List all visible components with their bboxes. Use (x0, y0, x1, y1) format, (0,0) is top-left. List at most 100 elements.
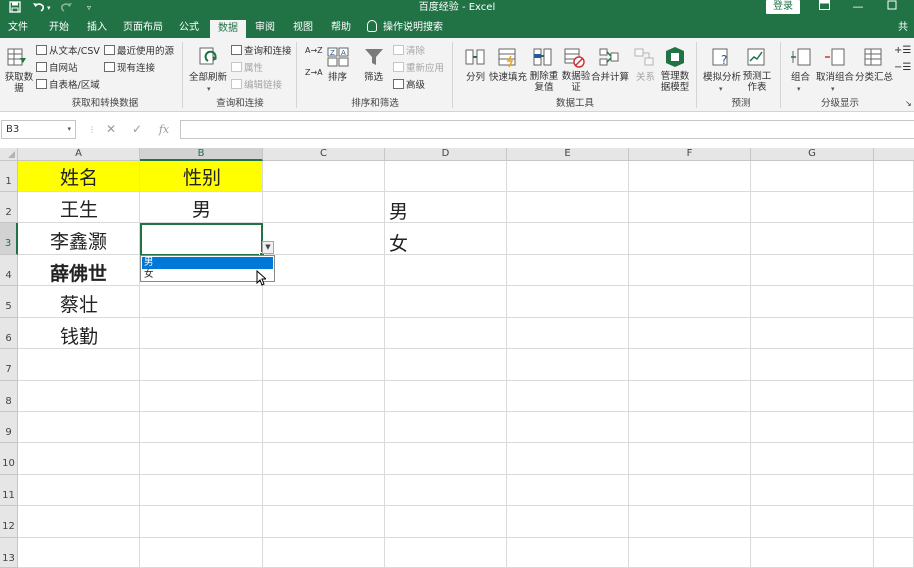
grid-cell-a8[interactable] (18, 381, 140, 412)
cell-a3[interactable]: 李鑫灏 (50, 227, 107, 257)
tab-data[interactable]: 数据 (210, 20, 246, 38)
cell-a1[interactable]: 姓名 (60, 163, 98, 193)
ungroup-icon[interactable] (824, 46, 846, 68)
grid-cell-g12[interactable] (751, 506, 874, 538)
grid-cell-h13[interactable] (874, 538, 914, 568)
grid-cell-h9[interactable] (874, 412, 914, 443)
get-data-icon[interactable] (6, 46, 28, 68)
cell-a2[interactable]: 王生 (60, 195, 98, 225)
grid-cell-b13[interactable] (140, 538, 263, 568)
grid-cell-h1[interactable] (874, 161, 914, 192)
grid-cell-c4[interactable] (263, 255, 385, 286)
from-text-csv-button[interactable]: 从文本/CSV (36, 45, 100, 58)
relationships-button[interactable]: 关系 (636, 72, 655, 84)
group-dropdown[interactable]: ▾ (797, 83, 801, 95)
column-header-g[interactable]: G (751, 148, 874, 161)
grid-cell-b5[interactable] (140, 286, 263, 318)
column-header-b[interactable]: B (140, 148, 263, 161)
grid-cell-e10[interactable] (507, 443, 629, 475)
data-model-icon[interactable] (664, 46, 686, 68)
grid-cell-h12[interactable] (874, 506, 914, 538)
row-header-9[interactable]: 9 (0, 412, 18, 443)
grid-cell-b6[interactable] (140, 318, 263, 349)
validation-dropdown-button[interactable]: ▼ (262, 241, 274, 254)
grid-cell-f11[interactable] (629, 475, 751, 506)
grid-cell-f1[interactable] (629, 161, 751, 192)
grid-cell-e5[interactable] (507, 286, 629, 318)
minimize-icon[interactable]: — (848, 0, 868, 14)
grid-cell-e6[interactable] (507, 318, 629, 349)
grid-cell-f4[interactable] (629, 255, 751, 286)
maximize-icon[interactable] (882, 0, 902, 14)
advanced-filter-button[interactable]: 高级 (393, 79, 425, 92)
grid-cell-h11[interactable] (874, 475, 914, 506)
grid-cell-g3[interactable] (751, 223, 874, 255)
grid-cell-e12[interactable] (507, 506, 629, 538)
grid-cell-b7[interactable] (140, 349, 263, 381)
ribbon-display-options-icon[interactable] (814, 0, 834, 14)
row-header-3[interactable]: 3 (0, 223, 18, 255)
tab-file[interactable]: 文件 (2, 20, 34, 38)
grid-cell-e11[interactable] (507, 475, 629, 506)
grid-cell-f5[interactable] (629, 286, 751, 318)
from-web-button[interactable]: 自网站 (36, 62, 78, 75)
clear-filter-button[interactable]: 清除 (393, 45, 425, 58)
grid-cell-a10[interactable] (18, 443, 140, 475)
row-header-8[interactable]: 8 (0, 381, 18, 412)
grid-cell-b11[interactable] (140, 475, 263, 506)
grid-cell-d4[interactable] (385, 255, 507, 286)
data-validation-icon[interactable] (563, 46, 585, 68)
forecast-sheet-button[interactable]: 预测工作表 (742, 71, 772, 93)
ungroup-button[interactable]: 取消组合 (816, 72, 854, 84)
grid-cell-b10[interactable] (140, 443, 263, 475)
reapply-button[interactable]: 重新应用 (393, 62, 444, 75)
what-if-dropdown[interactable]: ▾ (719, 83, 723, 95)
dialog-launcher-icon[interactable]: ↘ (905, 98, 912, 110)
tell-me-search[interactable]: 操作说明搜索 (367, 20, 443, 36)
column-header-e[interactable]: E (507, 148, 629, 161)
filter-icon[interactable] (363, 46, 385, 68)
cell-d3[interactable]: 女 (389, 229, 408, 259)
grid-cell-d5[interactable] (385, 286, 507, 318)
grid-cell-h8[interactable] (874, 381, 914, 412)
flash-fill-icon[interactable] (497, 46, 519, 68)
row-header-10[interactable]: 10 (0, 443, 18, 475)
grid-cell-b12[interactable] (140, 506, 263, 538)
grid-cell-c7[interactable] (263, 349, 385, 381)
grid-cell-c6[interactable] (263, 318, 385, 349)
grid-cell-g8[interactable] (751, 381, 874, 412)
grid-cell-f10[interactable] (629, 443, 751, 475)
grid-cell-g5[interactable] (751, 286, 874, 318)
grid-cell-f3[interactable] (629, 223, 751, 255)
grid-cell-f6[interactable] (629, 318, 751, 349)
grid-cell-b8[interactable] (140, 381, 263, 412)
grid-cell-d9[interactable] (385, 412, 507, 443)
sort-descending-button[interactable]: Z→A (305, 67, 323, 79)
grid-cell-a11[interactable] (18, 475, 140, 506)
row-header-2[interactable]: 2 (0, 192, 18, 223)
grid-cell-g11[interactable] (751, 475, 874, 506)
grid-cell-c8[interactable] (263, 381, 385, 412)
grid-cell-e4[interactable] (507, 255, 629, 286)
grid-cell-e3[interactable] (507, 223, 629, 255)
grid-cell-a9[interactable] (18, 412, 140, 443)
existing-connections-button[interactable]: 现有连接 (104, 62, 155, 75)
grid-cell-c2[interactable] (263, 192, 385, 223)
grid-cell-e8[interactable] (507, 381, 629, 412)
name-box[interactable]: B3 ▾ (1, 120, 76, 139)
text-to-columns-button[interactable]: 分列 (466, 72, 485, 84)
sort-icon[interactable]: ZA (327, 46, 349, 68)
column-header-f[interactable]: F (629, 148, 751, 161)
forecast-sheet-icon[interactable] (746, 46, 768, 68)
grid-cell-f12[interactable] (629, 506, 751, 538)
dropdown-option-male[interactable]: 男 (142, 257, 273, 269)
grid-cell-g6[interactable] (751, 318, 874, 349)
tab-home[interactable]: 开始 (42, 20, 76, 38)
remove-duplicates-icon[interactable] (532, 46, 554, 68)
grid-cell-c12[interactable] (263, 506, 385, 538)
grid-cell-c5[interactable] (263, 286, 385, 318)
from-table-button[interactable]: 自表格/区域 (36, 79, 100, 92)
grid-cell-e2[interactable] (507, 192, 629, 223)
subtotal-icon[interactable] (863, 46, 885, 68)
group-icon[interactable] (790, 46, 812, 68)
